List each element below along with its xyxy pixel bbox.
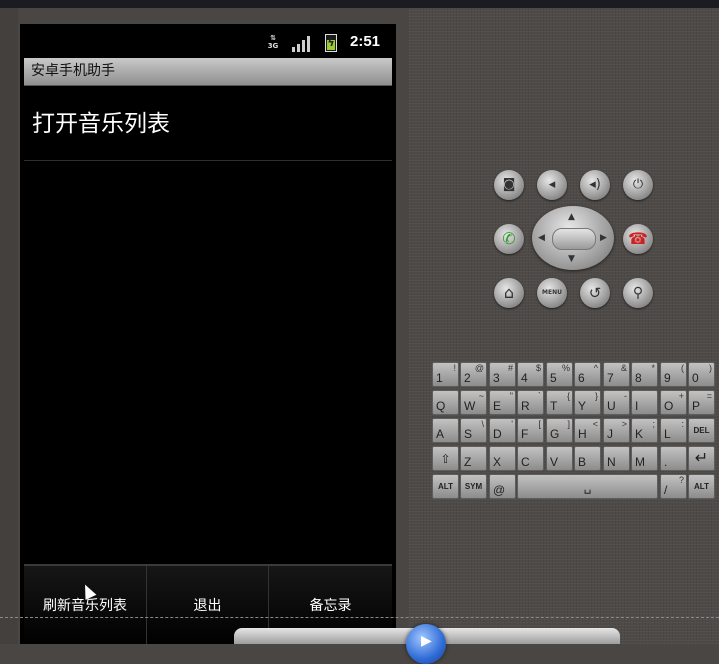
key-2[interactable]: 2 @ <box>460 362 487 387</box>
emulator-panel <box>408 8 719 644</box>
key-f[interactable]: F[ <box>517 418 544 443</box>
phone-screen: ⇅ 3G ϟ 2:51 安卓手机助手 打开音乐列表 刷新音乐列表 退出 备忘录 <box>20 24 396 644</box>
key-d[interactable]: D ' <box>489 418 516 443</box>
dpad-right-icon[interactable]: ▶ <box>600 233 607 243</box>
key-l[interactable]: L: <box>660 418 687 443</box>
key-6[interactable]: 6 ^ <box>574 362 601 387</box>
app-title-bar: 安卓手机助手 <box>24 58 392 86</box>
key-period[interactable]: . <box>660 446 687 471</box>
signal-icon <box>292 36 312 52</box>
key-v[interactable]: V <box>546 446 573 471</box>
key-h[interactable]: H < <box>574 418 601 443</box>
key-x[interactable]: X <box>489 446 516 471</box>
key-9[interactable]: 9( <box>660 362 687 387</box>
list-item-open-music[interactable]: 打开音乐列表 <box>24 86 392 161</box>
key-w[interactable]: W ~ <box>460 390 487 415</box>
key-sym[interactable]: SYM <box>460 474 487 499</box>
key-i[interactable]: I <box>631 390 658 415</box>
dashed-divider <box>0 617 719 618</box>
key-b[interactable]: B <box>574 446 601 471</box>
key-r[interactable]: R ` <box>517 390 544 415</box>
menu-icon[interactable]: MENU <box>537 278 567 308</box>
key-del[interactable]: DEL <box>688 418 715 443</box>
key-k[interactable]: K; <box>631 418 658 443</box>
window-left-gutter <box>0 8 18 644</box>
key-3[interactable]: 3 # <box>489 362 516 387</box>
key-4[interactable]: 4 $ <box>517 362 544 387</box>
list-item-label: 打开音乐列表 <box>32 111 170 137</box>
key-a[interactable]: A <box>432 418 459 443</box>
call-icon[interactable]: ✆ <box>494 224 524 254</box>
home-icon[interactable]: ⌂ <box>494 278 524 308</box>
power-icon[interactable]: ⏻ <box>623 170 653 200</box>
key-enter[interactable]: ↵ <box>688 446 715 471</box>
key-8[interactable]: 8 * <box>631 362 658 387</box>
window-top-strip <box>0 0 719 8</box>
key-o[interactable]: O + <box>660 390 687 415</box>
key-5[interactable]: 5% <box>546 362 573 387</box>
camera-icon[interactable]: ◙ <box>494 170 524 200</box>
end-call-icon[interactable]: ☎ <box>623 224 653 254</box>
key-alt-left[interactable]: ALT <box>432 474 459 499</box>
emulator-keyboard: 1! 2 @ 3 # 4 $ 5% 6 ^ 7 & 8 * 9( 0) Q W ~ E " R `… <box>432 362 717 502</box>
key-m[interactable]: M <box>631 446 658 471</box>
menu-memo-label: 备忘录 <box>309 598 352 614</box>
key-at[interactable]: @ <box>489 474 516 499</box>
key-c[interactable]: C <box>517 446 544 471</box>
key-1[interactable]: 1! <box>432 362 459 387</box>
key-y[interactable]: Y} <box>574 390 601 415</box>
key-p[interactable]: P = <box>688 390 715 415</box>
3g-icon: ⇅ 3G <box>267 34 279 50</box>
key-z[interactable]: Z <box>460 446 487 471</box>
key-slash[interactable]: /? <box>660 474 687 499</box>
key-q[interactable]: Q <box>432 390 459 415</box>
key-0[interactable]: 0) <box>688 362 715 387</box>
key-shift[interactable]: ⇧ <box>432 446 459 471</box>
status-bar: ⇅ 3G ϟ 2:51 <box>20 24 396 58</box>
app-title: 安卓手机助手 <box>31 63 115 79</box>
key-u[interactable]: U- <box>603 390 630 415</box>
dpad[interactable]: ▲ ▼ ◀ ▶ <box>532 206 614 270</box>
volume-down-icon[interactable]: ◂ <box>537 170 567 200</box>
key-s[interactable]: S \ <box>460 418 487 443</box>
volume-up-icon[interactable]: ◂) <box>580 170 610 200</box>
menu-exit-label: 退出 <box>193 598 222 614</box>
battery-charging-icon: ϟ <box>325 34 337 52</box>
search-icon[interactable]: ⚲ <box>623 278 653 308</box>
key-g[interactable]: G] <box>546 418 573 443</box>
key-alt-right[interactable]: ALT <box>688 474 715 499</box>
dpad-down-icon[interactable]: ▼ <box>568 254 575 264</box>
back-icon[interactable]: ↺ <box>580 278 610 308</box>
dpad-up-icon[interactable]: ▲ <box>568 212 575 222</box>
key-space[interactable]: ␣ <box>517 474 658 499</box>
menu-refresh-music-button[interactable]: 刷新音乐列表 <box>24 566 147 644</box>
key-t[interactable]: T{ <box>546 390 573 415</box>
dpad-left-icon[interactable]: ◀ <box>538 233 545 243</box>
key-j[interactable]: J > <box>603 418 630 443</box>
key-e[interactable]: E " <box>489 390 516 415</box>
key-7[interactable]: 7 & <box>603 362 630 387</box>
play-icon[interactable]: ▶ <box>406 624 446 664</box>
dpad-center-button[interactable] <box>552 228 596 250</box>
status-time: 2:51 <box>350 33 381 50</box>
key-n[interactable]: N <box>603 446 630 471</box>
